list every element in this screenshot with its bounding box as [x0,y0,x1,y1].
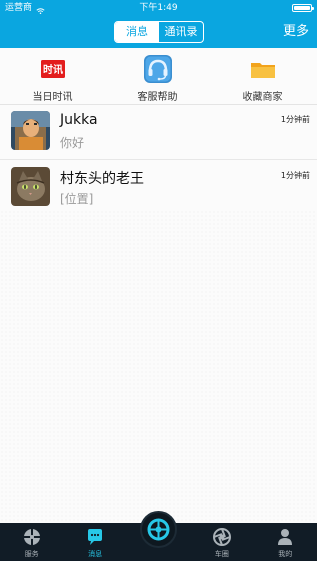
tab-car-circle-label: 车圈 [214,550,229,558]
status-time: 下午1:49 [139,3,178,13]
center-wheel-button[interactable] [140,511,177,548]
shortcut-favorites[interactable]: 收藏商家 [210,48,315,104]
tab-profile-label: 我的 [278,550,293,558]
shortcut-favorites-label: 收藏商家 [242,92,283,103]
messages-screen: 运营商 下午1:49 消息 通讯录 更多 时讯 当日时讯 客服帮助 收藏商家 J… [0,0,317,561]
news-badge-text: 时讯 [43,63,63,76]
conversation-time: 1分钟前 [280,115,310,124]
tab-contacts[interactable]: 通讯录 [159,22,203,42]
conversation-item[interactable]: Jukka 你好 1分钟前 [0,104,317,160]
tab-messages-label: 消息 [88,550,103,558]
tab-service-label: 服务 [24,550,39,558]
conversation-name: 村东头的老王 [60,171,144,187]
tab-messages[interactable]: 消息 [115,22,159,42]
person-avatar [11,111,50,150]
message-icon [86,528,104,546]
battery-level [294,6,310,10]
news-icon: 时讯 [38,54,68,84]
shortcut-news-label: 当日时讯 [32,92,73,103]
conversation-preview: 你好 [60,136,85,150]
conversation-preview: [位置] [60,192,94,206]
tab-service[interactable]: 服务 [0,523,63,561]
conversation-time: 1分钟前 [280,171,310,180]
shortcut-bar: 时讯 当日时讯 客服帮助 收藏商家 [0,48,317,105]
tab-car-circle[interactable]: 车圈 [190,523,253,561]
wheel-center-icon [147,518,170,541]
conversation-item[interactable]: 村东头的老王 [位置] 1分钟前 [0,160,317,216]
empty-area [0,210,317,523]
service-icon [23,528,41,546]
cat-avatar [11,167,50,206]
conversation-list: Jukka 你好 1分钟前 村东头的老王 [位置] 1分钟前 [0,104,317,216]
segmented-control: 消息 通讯录 [114,21,204,43]
customer-service-icon [143,54,173,84]
shortcut-support[interactable]: 客服帮助 [105,48,210,104]
folder-icon [248,54,278,84]
app-header: 运营商 下午1:49 消息 通讯录 更多 [0,0,317,48]
more-button[interactable]: 更多 [283,22,309,42]
user-icon [276,528,294,546]
status-bar: 运营商 下午1:49 [0,0,317,16]
shortcut-support-label: 客服帮助 [137,92,178,103]
shortcut-news[interactable]: 时讯 当日时讯 [0,48,105,104]
conversation-name: Jukka [60,112,98,128]
tab-profile[interactable]: 我的 [254,523,317,561]
aperture-icon [212,528,231,546]
battery-icon [292,4,314,12]
tab-messages-bottom[interactable]: 消息 [63,523,126,561]
